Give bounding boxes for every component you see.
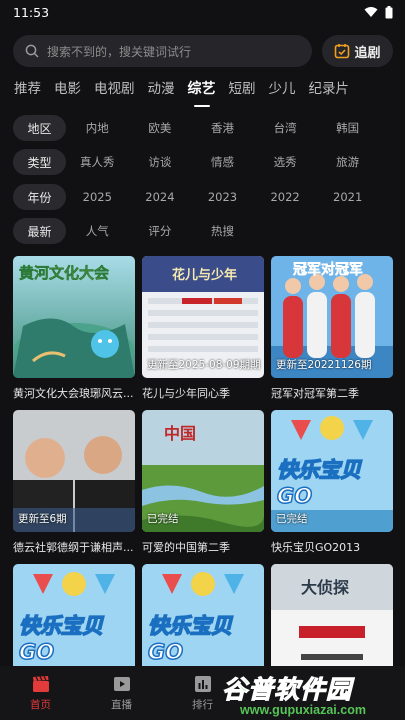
filter-option[interactable]: 2022 xyxy=(254,190,317,204)
status-bar: 11:53 xyxy=(0,0,405,24)
video-thumbnail: 花儿与少年 更新至2025-08-09期期 xyxy=(142,256,264,378)
filter-option[interactable]: 2025 xyxy=(66,190,129,204)
thumbnail-caption: 快乐宝贝GO xyxy=(276,457,362,509)
filter-option[interactable]: 选秀 xyxy=(254,154,317,170)
filter-label-year[interactable]: 年份 xyxy=(13,184,66,210)
nav-label: 排行 xyxy=(192,698,213,711)
watermark-url: www.gupuxiazai.com xyxy=(240,703,366,717)
tab-movie[interactable]: 电影 xyxy=(54,78,81,102)
update-badge: 已完结 xyxy=(147,513,179,525)
search-icon xyxy=(25,44,39,58)
video-title: 可爱的中国第二季 xyxy=(142,541,230,554)
filter-option[interactable]: 人气 xyxy=(66,223,129,239)
filter-option[interactable]: 评分 xyxy=(129,223,192,239)
filter-row-year: 年份 2025 2024 2023 2022 2021 xyxy=(13,184,405,210)
filter-option[interactable]: 内地 xyxy=(66,120,129,136)
battery-icon xyxy=(385,5,393,18)
filter-row-sort: 最新 人气 评分 热搜 xyxy=(13,218,405,244)
rank-icon xyxy=(194,675,211,692)
search-placeholder: 搜索不到的，搜关键词试行 xyxy=(47,44,192,59)
video-card[interactable]: 中国 已完结 可爱的中国第二季 xyxy=(142,410,264,555)
video-thumbnail: 更新至6期 xyxy=(13,410,135,532)
filter-label-region[interactable]: 地区 xyxy=(13,115,66,141)
filter-option[interactable]: 台湾 xyxy=(254,120,317,136)
tab-anime[interactable]: 动漫 xyxy=(148,78,175,102)
video-title: 花儿与少年同心季 xyxy=(142,387,230,400)
thumbnail-caption: 花儿与少年 xyxy=(172,268,238,283)
clapper-icon xyxy=(32,675,49,692)
thumbnail-caption: 大侦探 xyxy=(301,578,350,597)
nav-label: 首页 xyxy=(30,698,51,711)
thumbnail-caption: 黄河文化大会 xyxy=(19,264,110,283)
tab-recommend[interactable]: 推荐 xyxy=(14,78,41,102)
tab-variety[interactable]: 综艺 xyxy=(188,78,216,107)
video-title: 冠军对冠军第二季 xyxy=(271,387,359,400)
thumbnail-caption: 快乐宝贝GO xyxy=(147,613,233,665)
video-title: 快乐宝贝GO2013 xyxy=(271,541,361,554)
filter-option[interactable]: 香港 xyxy=(191,120,254,136)
follow-button[interactable]: 追剧 xyxy=(322,35,393,67)
status-icons xyxy=(364,5,393,19)
tab-tv-series[interactable]: 电视剧 xyxy=(94,78,135,102)
update-badge: 更新至2025-08-09期期 xyxy=(147,359,261,371)
thumbnail-caption: 冠军对冠军 xyxy=(293,262,364,279)
watermark-logo: 谷普软件园 www.gupuxiazai.com xyxy=(221,670,405,720)
video-thumbnail: 快乐宝贝GO 已完结 xyxy=(271,410,393,532)
watermark-text: 谷普软件园 xyxy=(221,676,353,705)
filter-option[interactable]: 旅游 xyxy=(316,154,379,170)
tab-documentary[interactable]: 纪录片 xyxy=(309,78,350,102)
filter-option[interactable]: 情感 xyxy=(191,154,254,170)
filter-option[interactable]: 2021 xyxy=(316,190,379,204)
follow-label: 追剧 xyxy=(354,45,381,61)
nav-home[interactable]: 首页 xyxy=(0,666,81,720)
video-card[interactable]: 快乐宝贝GO 已完结 快乐宝贝GO2013 xyxy=(271,410,393,555)
filter-option[interactable]: 韩国 xyxy=(316,120,379,136)
filter-option[interactable]: 2023 xyxy=(191,190,254,204)
video-card[interactable]: 更新至6期 德云社郭德纲于谦相声... xyxy=(13,410,135,555)
filter-option[interactable]: 真人秀 xyxy=(66,154,129,170)
thumbnail-caption: 快乐宝贝GO xyxy=(18,613,104,665)
video-card[interactable]: 黄河文化大会 黄河文化大会琅琊风云... xyxy=(13,256,135,401)
video-title: 黄河文化大会琅琊风云... xyxy=(13,387,134,400)
filter-option[interactable]: 热搜 xyxy=(191,223,254,239)
filter-row-type: 类型 真人秀 访谈 情感 选秀 旅游 xyxy=(13,149,405,175)
video-thumbnail: 冠军对冠军 更新至20221126期 xyxy=(271,256,393,378)
wifi-icon xyxy=(364,7,378,17)
thumbnail-caption: 中国 xyxy=(164,424,197,443)
filter-label-sort[interactable]: 最新 xyxy=(13,218,66,244)
update-badge: 更新至6期 xyxy=(18,513,67,525)
video-card[interactable]: 冠军对冠军 更新至20221126期 冠军对冠军第二季 xyxy=(271,256,393,401)
calendar-icon xyxy=(335,44,350,59)
category-tabs: 推荐 电影 电视剧 动漫 综艺 短剧 少儿 纪录片 xyxy=(14,78,350,107)
video-title: 德云社郭德纲于谦相声... xyxy=(13,541,134,554)
video-card[interactable]: 花儿与少年 更新至2025-08-09期期 花儿与少年同心季 xyxy=(142,256,264,401)
video-thumbnail: 中国 已完结 xyxy=(142,410,264,532)
search-row: 搜索不到的，搜关键词试行 追剧 xyxy=(13,35,393,67)
filter-option[interactable]: 访谈 xyxy=(129,154,192,170)
update-badge: 更新至20221126期 xyxy=(276,359,372,371)
video-thumbnail: 黄河文化大会 xyxy=(13,256,135,378)
search-input[interactable]: 搜索不到的，搜关键词试行 xyxy=(13,35,312,67)
tab-kids[interactable]: 少儿 xyxy=(269,78,296,102)
filter-row-region: 地区 内地 欧美 香港 台湾 韩国 其 xyxy=(13,115,405,141)
play-icon xyxy=(113,676,130,691)
nav-label: 直播 xyxy=(111,698,132,711)
filter-option[interactable]: 欧美 xyxy=(129,120,192,136)
tab-short-drama[interactable]: 短剧 xyxy=(229,78,256,102)
filter-option[interactable]: 2024 xyxy=(129,190,192,204)
nav-live[interactable]: 直播 xyxy=(81,666,162,720)
status-time: 11:53 xyxy=(13,4,50,20)
filter-label-type[interactable]: 类型 xyxy=(13,149,66,175)
filter-option[interactable]: 其 xyxy=(379,120,405,136)
update-badge: 已完结 xyxy=(276,513,308,525)
